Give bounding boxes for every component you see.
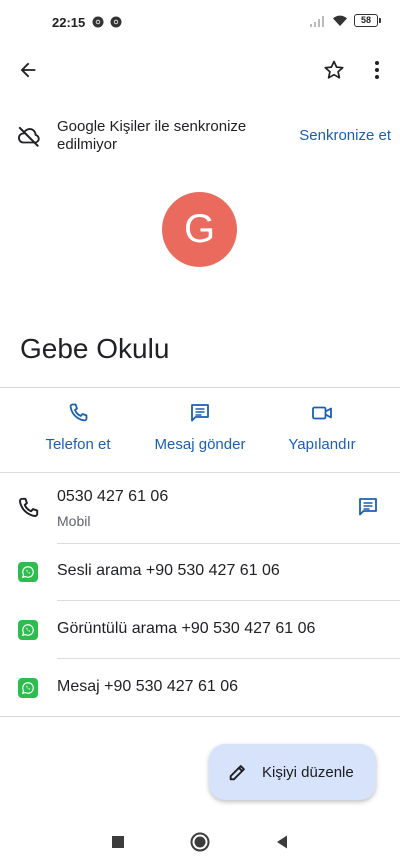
phone-entry[interactable]: 0530 427 61 06 Mobil [0, 479, 400, 541]
signal-icon [310, 15, 324, 27]
star-outline-icon [324, 60, 344, 79]
message-action-label: Mesaj gönder [154, 436, 246, 453]
chrome-icon [92, 16, 104, 28]
whatsapp-video-call[interactable]: Görüntülü arama +90 530 427 61 06 [0, 602, 400, 658]
recents-square-icon [112, 836, 124, 848]
sync-banner: Google Kişiler ile senkronize edilmiyor … [0, 112, 400, 162]
more-options-button[interactable] [357, 50, 397, 90]
videocam-icon [312, 406, 332, 420]
whatsapp-icon [18, 678, 38, 698]
edit-contact-button[interactable]: Kişiyi düzenle [209, 744, 376, 800]
phone-type: Mobil [57, 513, 91, 529]
chrome-icon [110, 16, 122, 28]
whatsapp-message-label: Mesaj +90 530 427 61 06 [57, 678, 239, 695]
back-triangle-icon [277, 835, 287, 849]
battery-level: 58 [360, 15, 371, 25]
wifi-icon [333, 15, 347, 26]
whatsapp-icon [18, 562, 38, 582]
message-icon [191, 404, 209, 422]
status-bar: 22:15 58 [0, 0, 400, 44]
whatsapp-voice-call[interactable]: Sesli arama +90 530 427 61 06 [0, 544, 400, 600]
edit-contact-label: Kişiyi düzenle [262, 764, 354, 781]
phone-icon [19, 497, 39, 517]
home-circle-icon [190, 832, 210, 852]
divider [0, 716, 400, 717]
edit-pencil-icon [229, 765, 245, 781]
divider [57, 600, 400, 601]
phone-icon [69, 403, 88, 422]
send-message-button[interactable] [350, 489, 386, 525]
message-action[interactable]: Mesaj gönder [145, 400, 255, 464]
nav-back-button[interactable] [270, 830, 294, 854]
favorite-button[interactable] [314, 50, 354, 90]
home-button[interactable] [188, 830, 212, 854]
message-icon [359, 498, 377, 516]
configure-action-label: Yapılandır [288, 436, 356, 453]
battery-icon: 58 [354, 14, 381, 27]
sync-message: Google Kişiler ile senkronize edilmiyor [57, 118, 247, 153]
sync-button[interactable]: Senkronize et [299, 127, 391, 144]
status-time: 22:15 [52, 15, 86, 30]
configure-action[interactable]: Yapılandır [278, 400, 366, 464]
navigation-bar [0, 818, 400, 866]
call-action-label: Telefon et [45, 436, 111, 453]
divider [0, 387, 400, 388]
whatsapp-video-call-label: Görüntülü arama +90 530 427 61 06 [57, 620, 316, 637]
whatsapp-voice-call-label: Sesli arama +90 530 427 61 06 [57, 562, 280, 579]
cloud-off-icon [18, 126, 40, 147]
phone-number: 0530 427 61 06 [57, 488, 169, 505]
divider [57, 658, 400, 659]
call-action[interactable]: Telefon et [35, 400, 121, 464]
contact-name: Gebe Okulu [20, 333, 170, 364]
whatsapp-message[interactable]: Mesaj +90 530 427 61 06 [0, 660, 400, 716]
more-vert-icon [375, 61, 379, 79]
whatsapp-icon [18, 620, 38, 640]
back-button[interactable] [8, 50, 48, 90]
recents-button[interactable] [106, 830, 130, 854]
divider [0, 472, 400, 473]
avatar: G [162, 192, 237, 267]
avatar-letter: G [183, 207, 216, 251]
back-arrow-icon [20, 62, 36, 78]
